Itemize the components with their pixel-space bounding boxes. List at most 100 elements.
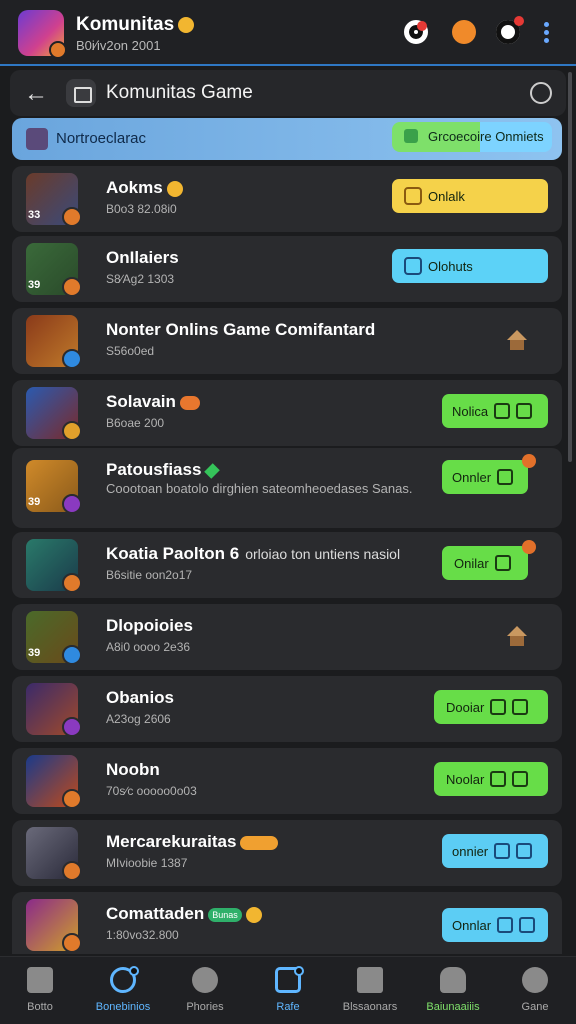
nav-item-play[interactable]: Phories bbox=[170, 967, 240, 1013]
online-button[interactable]: Onnler bbox=[442, 454, 536, 494]
online-button[interactable]: Onnlar bbox=[442, 908, 548, 942]
list-item-title: Noobn bbox=[106, 760, 160, 779]
list-item-title: Aokms bbox=[106, 178, 183, 198]
online-button[interactable]: Olohuts bbox=[392, 249, 548, 283]
search-icon[interactable] bbox=[530, 82, 552, 104]
gamepad-icon bbox=[490, 699, 507, 715]
list-item[interactable]: Obanios A23og 2606 Dooiar bbox=[12, 676, 562, 742]
list-item[interactable]: Koatia Paolton 6 orloiao ton untiens nasi… bbox=[12, 532, 562, 598]
notification-dot bbox=[514, 16, 524, 26]
refresh-icon[interactable] bbox=[496, 16, 524, 44]
list-item[interactable]: Solavain B6oae 200 Nolica bbox=[12, 380, 562, 446]
nav-item-library[interactable]: Blssaonars bbox=[335, 967, 405, 1013]
list-item-subtitle: MIvioobie 1387 bbox=[106, 856, 188, 870]
back-arrow-icon[interactable]: ← bbox=[24, 80, 48, 108]
nav-item-profile[interactable]: Gane bbox=[500, 967, 570, 1013]
list-item-title: Patousfiass bbox=[106, 460, 221, 480]
game-thumbnail bbox=[26, 755, 82, 809]
list-item-title: Mercarekuraitas bbox=[106, 832, 279, 852]
smiley-icon bbox=[245, 906, 262, 923]
window-icon[interactable] bbox=[66, 79, 96, 107]
badge-icon bbox=[49, 41, 67, 59]
page-title: Komunitas Game bbox=[106, 82, 253, 103]
list-item-title: Nonter Onlins Game Comifantard bbox=[106, 320, 376, 339]
list-item[interactable]: Mercarekuraitas MIvioobie 1387 onnier bbox=[12, 820, 562, 886]
shield-icon bbox=[516, 403, 533, 419]
list-item[interactable]: 39 Dlopoioies A8i0 oooo 2e36 bbox=[12, 604, 562, 670]
nav-label: Botto bbox=[27, 1001, 53, 1013]
status-badge bbox=[179, 395, 200, 410]
online-button[interactable]: Onilar bbox=[442, 540, 536, 580]
list-item[interactable]: 39 Patousfiass Coootoan boatolo dirghien… bbox=[12, 448, 562, 528]
rank-badge-icon bbox=[62, 421, 82, 441]
list-item[interactable]: Noobn 70s∕c ooooo0o03 Noolar bbox=[12, 748, 562, 814]
list-item[interactable]: 39 OnIlaiers S8∕Ag2 1303 Olohuts bbox=[12, 236, 562, 302]
list-item-title: Nortroeclarac bbox=[56, 130, 147, 147]
button-label: Olohuts bbox=[428, 258, 473, 274]
book-icon bbox=[357, 967, 383, 993]
shield-icon bbox=[516, 843, 533, 859]
map-icon bbox=[494, 843, 511, 859]
game-thumbnail bbox=[26, 899, 82, 953]
list-item-title: Solavain bbox=[106, 392, 200, 412]
notification-dot bbox=[522, 454, 536, 468]
game-thumbnail bbox=[26, 315, 82, 369]
record-icon[interactable] bbox=[404, 20, 428, 44]
status-badge: Bunas bbox=[208, 907, 242, 922]
rank-badge-icon bbox=[62, 645, 82, 665]
hut-icon[interactable] bbox=[506, 626, 528, 648]
online-button[interactable]: Noolar bbox=[434, 762, 548, 796]
nav-item-discover[interactable]: Bonebinios bbox=[88, 966, 158, 1013]
map-icon bbox=[497, 917, 514, 933]
online-button[interactable]: Nolica bbox=[442, 394, 548, 428]
game-thumbnail: 33 bbox=[26, 173, 82, 227]
hut-icon[interactable] bbox=[506, 330, 528, 352]
online-button[interactable]: onnier bbox=[442, 834, 548, 868]
nav-label: Baiunaaiiis bbox=[426, 1001, 480, 1013]
nav-item-events[interactable]: Rafe bbox=[253, 966, 323, 1013]
button-label: Onnlar bbox=[452, 917, 492, 933]
gamepad-icon bbox=[490, 771, 507, 787]
list-item-title: Obanios bbox=[106, 688, 175, 707]
list-item[interactable]: 33 Aokms B0o3 82.08i0 Onlalk bbox=[12, 166, 562, 232]
fox-icon[interactable] bbox=[452, 20, 476, 44]
game-thumbnail: 39 bbox=[26, 460, 82, 514]
nav-item-home[interactable]: Botto bbox=[5, 967, 75, 1013]
list-item-subtitle: B6sitie oon2o17 bbox=[106, 568, 193, 582]
smiley-icon bbox=[166, 180, 183, 197]
list-item-description: orloiao ton untiens nasiol bbox=[245, 546, 401, 562]
more-menu-icon[interactable] bbox=[544, 22, 550, 44]
list-item-subtitle: 1:80vo32.800 bbox=[106, 928, 179, 942]
button-label: Onnler bbox=[452, 469, 492, 485]
smiley-icon bbox=[178, 16, 195, 33]
rank-badge-icon bbox=[62, 207, 82, 227]
list-item-subtitle: 70s∕c ooooo0o03 bbox=[106, 784, 197, 798]
rank-badge-icon bbox=[62, 349, 82, 369]
highlight-action-button[interactable]: Grcoecoire Onmiets bbox=[392, 122, 552, 152]
highlighted-list-item[interactable]: Nortroeclarac Grcoecoire Onmiets bbox=[12, 118, 562, 160]
home-icon bbox=[27, 967, 53, 993]
list-item-title: OnIlaiers bbox=[106, 248, 179, 267]
rank-badge-icon bbox=[62, 494, 82, 514]
list-item-title: Dlopoioies bbox=[106, 616, 193, 635]
scrollbar[interactable] bbox=[568, 72, 572, 462]
nav-item-community[interactable]: Baiunaaiiis bbox=[418, 967, 488, 1013]
button-label: Onilar bbox=[454, 555, 489, 571]
online-button[interactable]: Onlalk bbox=[392, 179, 548, 213]
list-item[interactable]: Nonter Onlins Game Comifantard S56o0ed bbox=[12, 308, 562, 374]
nav-label: Bonebinios bbox=[95, 1001, 151, 1013]
list-item-subtitle: A23og 2606 bbox=[106, 712, 171, 726]
app-subtitle: B0i∕iv2on 2001 bbox=[76, 38, 161, 53]
online-button[interactable]: Dooiar bbox=[434, 690, 548, 724]
rank-badge-icon bbox=[62, 573, 82, 593]
game-thumbnail: 39 bbox=[26, 243, 82, 297]
community-avatar[interactable] bbox=[18, 10, 67, 59]
game-thumbnail bbox=[26, 387, 82, 441]
nav-label: Gane bbox=[521, 1001, 549, 1013]
button-label: Noolar bbox=[446, 771, 485, 787]
game-thumbnail bbox=[26, 827, 82, 881]
notification-dot bbox=[522, 540, 536, 554]
list-item[interactable]: Comattaden Bunas 1:80vo32.800 Onnlar bbox=[12, 892, 562, 954]
rank-badge-icon bbox=[62, 717, 82, 737]
list-item-subtitle: S56o0ed bbox=[106, 344, 155, 358]
